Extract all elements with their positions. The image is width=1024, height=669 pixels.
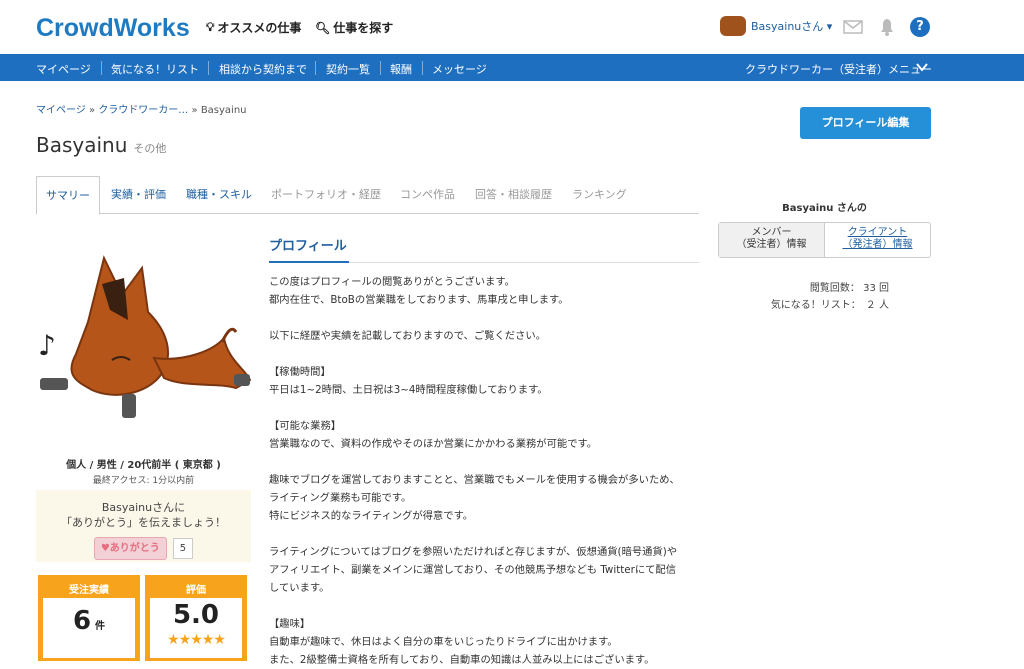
member-info-tab[interactable]: メンバー （受注者）情報: [719, 223, 825, 257]
thanks-line1: Basyainuさんに: [101, 501, 186, 514]
thanks-panel: Basyainuさんに 「ありがとう」を伝えましょう！ ♥ありがとう 5: [36, 490, 251, 562]
user-menu[interactable]: Basyainuさん ▾: [720, 16, 832, 36]
search-link[interactable]: 🔍︎ 仕事を探す: [315, 19, 393, 36]
logo[interactable]: CrowdWorks: [36, 14, 190, 43]
profile-avatar: ♪: [38, 255, 252, 418]
orders-unit: 件: [95, 621, 106, 632]
user-info: 個人 / 男性 / 20代前半 ( 東京都 ) 最終アクセス: 1分以内前: [36, 456, 251, 486]
client-info-tab[interactable]: クライアント （発注者）情報: [825, 223, 930, 257]
stats: 閲覧回数： 33 回気になる！リスト： ２ 人: [718, 280, 931, 314]
bulb-icon: 💡︎: [206, 20, 215, 34]
thanks-line2: 「ありがとう」を伝えましょう！: [61, 516, 226, 529]
view-count: 閲覧回数： 33 回: [809, 283, 889, 294]
recommended-label: オススメの仕事: [217, 21, 302, 35]
orders-label: 受注実績: [69, 585, 109, 596]
nav-consult[interactable]: 相談から契約まで: [219, 61, 307, 77]
orders-box: 受注実績 6件: [38, 575, 140, 661]
profile-text: この度はプロフィールの閲覧ありがとうございます。 都内在住で、BtoBの営業職を…: [269, 276, 680, 666]
tab-skills[interactable]: 職種・スキル: [186, 186, 252, 202]
nav-mypage[interactable]: マイページ: [36, 61, 91, 77]
tab-bar: サマリー 実績・評価 職種・スキル ポートフォリオ・経歴 コンペ作品 回答・相談…: [36, 176, 699, 215]
edit-profile-button[interactable]: プロフィール編集: [800, 107, 931, 139]
tab-summary[interactable]: サマリー: [36, 176, 100, 215]
breadcrumb-mypage[interactable]: マイページ: [36, 105, 86, 116]
recommended-link[interactable]: 💡︎ オススメの仕事: [206, 19, 301, 36]
nav-divider: [101, 61, 102, 75]
thanks-button[interactable]: ♥ありがとう: [93, 537, 167, 560]
nav-favorites[interactable]: 気になる！リスト: [111, 61, 199, 77]
breadcrumb-worker[interactable]: クラウドワーカー…: [98, 105, 188, 116]
tab-contest[interactable]: コンペ作品: [400, 186, 455, 202]
rating-label: 評価: [186, 585, 206, 596]
mail-icon[interactable]: [843, 18, 863, 36]
search-label: 仕事を探す: [333, 21, 394, 35]
page-subtitle: その他: [133, 142, 167, 155]
nav-messages[interactable]: メッセージ: [432, 61, 487, 77]
profile-section: プロフィール この度はプロフィールの閲覧ありがとうございます。 都内在住で、Bt…: [269, 235, 699, 669]
tab-results[interactable]: 実績・評価: [111, 186, 166, 202]
avatar: [720, 16, 746, 36]
nav-divider: [422, 61, 423, 75]
breadcrumb-current: Basyainu: [200, 105, 247, 116]
breadcrumb: マイページ » クラウドワーカー… » Basyainu: [36, 105, 247, 116]
rating-stars: ★★★★★: [167, 632, 226, 648]
side-panel: Basyainu さんの メンバー （受注者）情報 クライアント （発注者）情報…: [718, 199, 931, 314]
favorite-count: 気になる！リスト： ２ 人: [770, 300, 889, 311]
search-icon: 🔍︎: [315, 20, 331, 35]
header: CrowdWorks 💡︎ オススメの仕事 🔍︎ 仕事を探す Basyainuさん …: [0, 0, 1024, 54]
page-title: Basyainu その他: [36, 133, 166, 157]
nav-divider: [208, 61, 209, 75]
tab-ranking[interactable]: ランキング: [572, 186, 627, 202]
nav-divider: [315, 61, 316, 75]
side-name: Basyainu さんの: [782, 203, 867, 214]
rating-box: 評価 5.0 ★★★★★: [145, 575, 247, 661]
svg-text:♪: ♪: [38, 329, 56, 362]
orders-value: 6: [72, 606, 92, 636]
page-title-name: Basyainu: [36, 133, 128, 157]
role-toggle: メンバー （受注者）情報 クライアント （発注者）情報: [718, 222, 931, 258]
user-demographics: 個人 / 男性 / 20代前半 ( 東京都 ): [66, 460, 221, 471]
help-icon[interactable]: ?: [910, 17, 930, 37]
nav-contracts[interactable]: 契約一覧: [326, 61, 370, 77]
nav-divider: [380, 61, 381, 75]
main-nav: マイページ 気になる！リスト 相談から契約まで 契約一覧 報酬 メッセージ クラ…: [0, 54, 1024, 81]
profile-heading: プロフィール: [269, 235, 699, 263]
chevron-down-icon[interactable]: [916, 63, 928, 72]
username: Basyainuさん ▾: [751, 20, 833, 33]
bell-icon[interactable]: [877, 18, 897, 36]
nav-rewards[interactable]: 報酬: [390, 61, 412, 77]
thanks-count: 5: [172, 538, 194, 559]
nav-worker-menu[interactable]: クラウドワーカー（受注者）メニュー: [745, 61, 932, 77]
last-access: 最終アクセス: 1分以内前: [92, 476, 195, 486]
tab-portfolio[interactable]: ポートフォリオ・経歴: [271, 186, 381, 202]
tab-answers[interactable]: 回答・相談履歴: [475, 186, 552, 202]
rating-value: 5.0: [172, 600, 220, 630]
